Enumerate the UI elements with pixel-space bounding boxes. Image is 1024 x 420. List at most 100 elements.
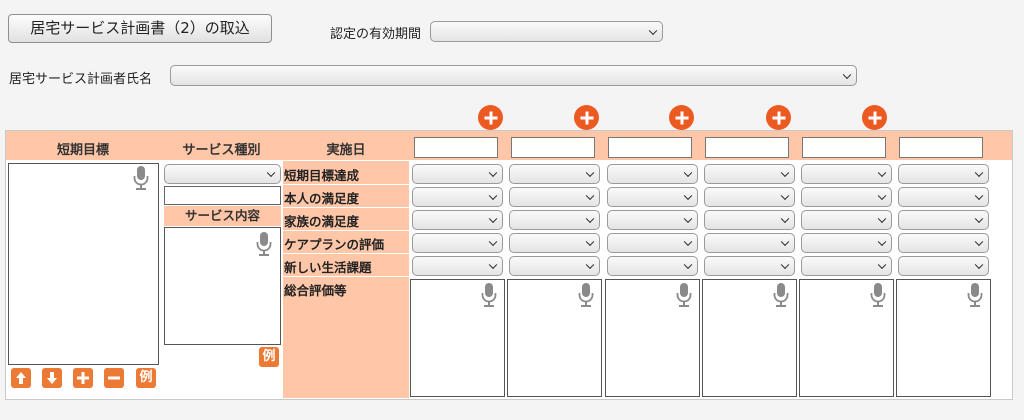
chevron-down-icon [877,260,887,270]
evaluation-select-col1-row4[interactable] [412,233,503,253]
date-input-6[interactable] [899,137,983,158]
row-divider [283,184,409,185]
add-column-2-plus-icon[interactable] [574,105,599,130]
add-goal-button[interactable] [73,368,93,388]
chevron-down-icon [780,237,790,247]
arrow-up-icon [16,372,26,384]
row-label-self-satisfaction: 本人の満足度 [284,191,360,206]
evaluation-select-col3-row3[interactable] [607,210,698,230]
move-down-button[interactable] [42,368,62,388]
microphone-icon[interactable] [966,282,984,309]
example-label: 例 [139,370,153,385]
goal-example-button[interactable]: 例 [136,368,156,388]
evaluation-select-col3-row1[interactable] [607,164,698,184]
evaluation-select-col3-row2[interactable] [607,187,698,207]
evaluation-select-col4-row2[interactable] [704,187,795,207]
microphone-icon[interactable] [772,282,790,309]
evaluation-select-col1-row1[interactable] [412,164,503,184]
row-divider [283,207,409,208]
chevron-down-icon [974,191,984,201]
row-divider [283,253,409,254]
evaluation-select-col3-row5[interactable] [607,256,698,276]
microphone-icon[interactable] [869,282,887,309]
planner-name-select[interactable] [170,65,857,86]
implementation-date-header: 実施日 [326,143,366,158]
chevron-down-icon [780,260,790,270]
date-input-3[interactable] [608,137,692,158]
chevron-down-icon [974,168,984,178]
row-label-new-life-issues: 新しい生活課題 [284,260,372,275]
import-care-plan-button[interactable]: 居宅サービス計画書（2）の取込 [8,14,272,43]
remove-goal-button[interactable] [104,368,124,388]
chevron-down-icon [974,237,984,247]
evaluation-select-col4-row5[interactable] [704,256,795,276]
evaluation-select-col2-row3[interactable] [509,210,600,230]
evaluation-select-col5-row5[interactable] [801,256,892,276]
evaluation-select-col6-row5[interactable] [898,256,989,276]
evaluation-select-col1-row2[interactable] [412,187,503,207]
chevron-down-icon [842,70,852,79]
microphone-icon[interactable] [577,282,595,309]
evaluation-select-col2-row5[interactable] [509,256,600,276]
chevron-down-icon [780,191,790,201]
chevron-down-icon [877,237,887,247]
chevron-down-icon [683,191,693,201]
chevron-down-icon [585,237,595,247]
evaluation-select-col2-row4[interactable] [509,233,600,253]
evaluation-select-col4-row4[interactable] [704,233,795,253]
move-up-button[interactable] [11,368,31,388]
microphone-icon[interactable] [255,231,273,258]
evaluation-select-col6-row3[interactable] [898,210,989,230]
date-input-4[interactable] [705,137,789,158]
evaluation-select-col5-row3[interactable] [801,210,892,230]
short-term-goal-textarea[interactable] [8,163,159,365]
evaluation-select-col4-row3[interactable] [704,210,795,230]
evaluation-select-col6-row1[interactable] [898,164,989,184]
chevron-down-icon [974,214,984,224]
evaluation-select-col1-row5[interactable] [412,256,503,276]
validity-period-select[interactable] [430,21,663,42]
evaluation-select-col3-row4[interactable] [607,233,698,253]
chevron-down-icon [683,214,693,224]
row-divider [283,230,409,231]
row-label-goal-achievement: 短期目標達成 [284,168,360,183]
service-example-button[interactable]: 例 [259,347,279,367]
chevron-down-icon [488,191,498,201]
service-type-header: サービス種別 [182,143,261,158]
chevron-down-icon [585,260,595,270]
chevron-down-icon [488,168,498,178]
chevron-down-icon [648,26,658,35]
chevron-down-icon [877,191,887,201]
date-input-1[interactable] [414,137,498,158]
add-column-3-plus-icon[interactable] [669,105,694,130]
add-column-4-plus-icon[interactable] [766,105,791,130]
evaluation-select-col5-row4[interactable] [801,233,892,253]
evaluation-select-col4-row1[interactable] [704,164,795,184]
evaluation-select-col6-row4[interactable] [898,233,989,253]
add-column-5-plus-icon[interactable] [862,105,887,130]
row-divider [283,276,409,277]
evaluation-select-col2-row1[interactable] [509,164,600,184]
microphone-icon[interactable] [132,165,150,192]
service-content-header: サービス内容 [164,206,281,226]
service-type-select[interactable] [164,164,281,184]
date-input-5[interactable] [802,137,886,158]
evaluation-select-col6-row2[interactable] [898,187,989,207]
chevron-down-icon [266,168,276,178]
chevron-down-icon [683,168,693,178]
add-column-1-plus-icon[interactable] [478,105,503,130]
chevron-down-icon [585,168,595,178]
chevron-down-icon [585,214,595,224]
date-input-2[interactable] [511,137,595,158]
evaluation-select-col5-row2[interactable] [801,187,892,207]
evaluation-select-col1-row3[interactable] [412,210,503,230]
microphone-icon[interactable] [675,282,693,309]
evaluation-select-col2-row2[interactable] [509,187,600,207]
microphone-icon[interactable] [480,282,498,309]
service-type-input[interactable] [164,186,281,205]
chevron-down-icon [974,260,984,270]
row-label-overall-evaluation: 総合評価等 [284,283,347,298]
evaluation-select-col5-row1[interactable] [801,164,892,184]
short-term-goal-header: 短期目標 [56,143,109,158]
chevron-down-icon [488,214,498,224]
